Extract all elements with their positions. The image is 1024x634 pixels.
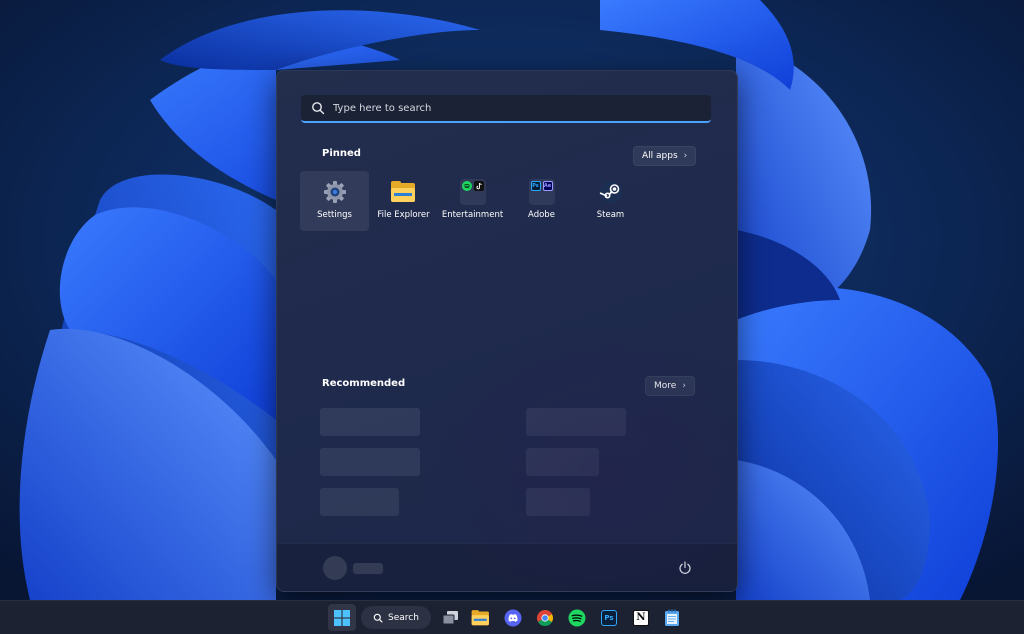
file-explorer-icon bbox=[471, 609, 491, 626]
pinned-title: Pinned bbox=[322, 148, 361, 159]
pinned-app-adobe[interactable]: Ps Ae Adobe bbox=[507, 171, 576, 231]
taskbar: Search Ps N bbox=[0, 600, 1024, 634]
start-icon bbox=[334, 609, 350, 626]
more-label: More bbox=[654, 381, 677, 391]
start-menu-footer bbox=[277, 543, 737, 591]
taskbar-photoshop[interactable]: Ps bbox=[595, 604, 623, 631]
recommended-title: Recommended bbox=[322, 378, 406, 389]
pinned-app-file-explorer[interactable]: File Explorer bbox=[369, 171, 438, 231]
spotify-icon bbox=[461, 181, 472, 191]
chevron-right-icon: › bbox=[683, 151, 688, 161]
taskbar-chrome[interactable] bbox=[531, 604, 559, 631]
steam-icon bbox=[598, 179, 624, 205]
chrome-icon bbox=[536, 609, 554, 626]
pinned-app-label: File Explorer bbox=[377, 210, 430, 220]
start-search-box[interactable] bbox=[301, 95, 711, 123]
entertainment-folder-icon bbox=[459, 179, 486, 205]
taskbar-notepad[interactable] bbox=[658, 604, 686, 631]
taskbar-search-button[interactable]: Search bbox=[361, 606, 431, 629]
recommended-item-placeholder bbox=[526, 488, 590, 516]
start-menu: Pinned All apps › bbox=[276, 70, 738, 592]
taskbar-discord[interactable] bbox=[499, 604, 527, 631]
task-view-button[interactable] bbox=[437, 604, 465, 631]
recommended-item-placeholder bbox=[320, 408, 420, 436]
taskbar-file-explorer[interactable] bbox=[467, 604, 495, 631]
recommended-item-placeholder bbox=[526, 408, 626, 436]
all-apps-button[interactable]: All apps › bbox=[633, 146, 697, 166]
search-icon bbox=[312, 102, 325, 115]
search-icon bbox=[373, 613, 383, 622]
discord-icon bbox=[504, 609, 522, 626]
pinned-app-label: Steam bbox=[596, 210, 625, 220]
pinned-app-steam[interactable]: Steam bbox=[576, 171, 645, 231]
pinned-app-label: Adobe bbox=[528, 210, 555, 220]
task-view-icon bbox=[442, 610, 458, 624]
pinned-app-label: Settings bbox=[317, 210, 352, 220]
taskbar-spotify[interactable] bbox=[563, 604, 591, 631]
photoshop-icon: Ps bbox=[601, 609, 617, 626]
recommended-item-placeholder bbox=[320, 488, 399, 516]
user-name-placeholder[interactable] bbox=[353, 563, 383, 574]
folder-icon bbox=[390, 179, 417, 205]
pinned-app-entertainment[interactable]: Entertainment bbox=[438, 171, 507, 231]
chevron-right-icon: › bbox=[682, 381, 686, 391]
gear-icon bbox=[322, 179, 348, 205]
spotify-icon bbox=[568, 609, 586, 626]
pinned-apps-grid: Settings File Explorer Entertainment Ps … bbox=[300, 171, 720, 233]
avatar[interactable] bbox=[323, 556, 347, 580]
start-button[interactable] bbox=[328, 604, 356, 631]
search-input[interactable] bbox=[333, 102, 693, 114]
notion-icon: N bbox=[633, 609, 649, 626]
taskbar-notion[interactable]: N bbox=[627, 604, 655, 631]
power-button[interactable] bbox=[675, 558, 695, 578]
power-icon bbox=[679, 561, 691, 574]
recommended-item-placeholder bbox=[526, 448, 599, 476]
tiktok-icon bbox=[473, 181, 484, 191]
pinned-app-settings[interactable]: Settings bbox=[300, 171, 369, 231]
taskbar-search-label: Search bbox=[388, 612, 419, 623]
after-effects-icon: Ae bbox=[542, 181, 553, 191]
notepad-icon bbox=[665, 609, 679, 626]
adobe-folder-icon: Ps Ae bbox=[528, 179, 555, 205]
pinned-app-label: Entertainment bbox=[441, 210, 504, 220]
recommended-item-placeholder bbox=[320, 448, 420, 476]
more-button[interactable]: More › bbox=[645, 376, 695, 396]
photoshop-icon: Ps bbox=[530, 181, 541, 191]
all-apps-label: All apps bbox=[642, 151, 678, 161]
